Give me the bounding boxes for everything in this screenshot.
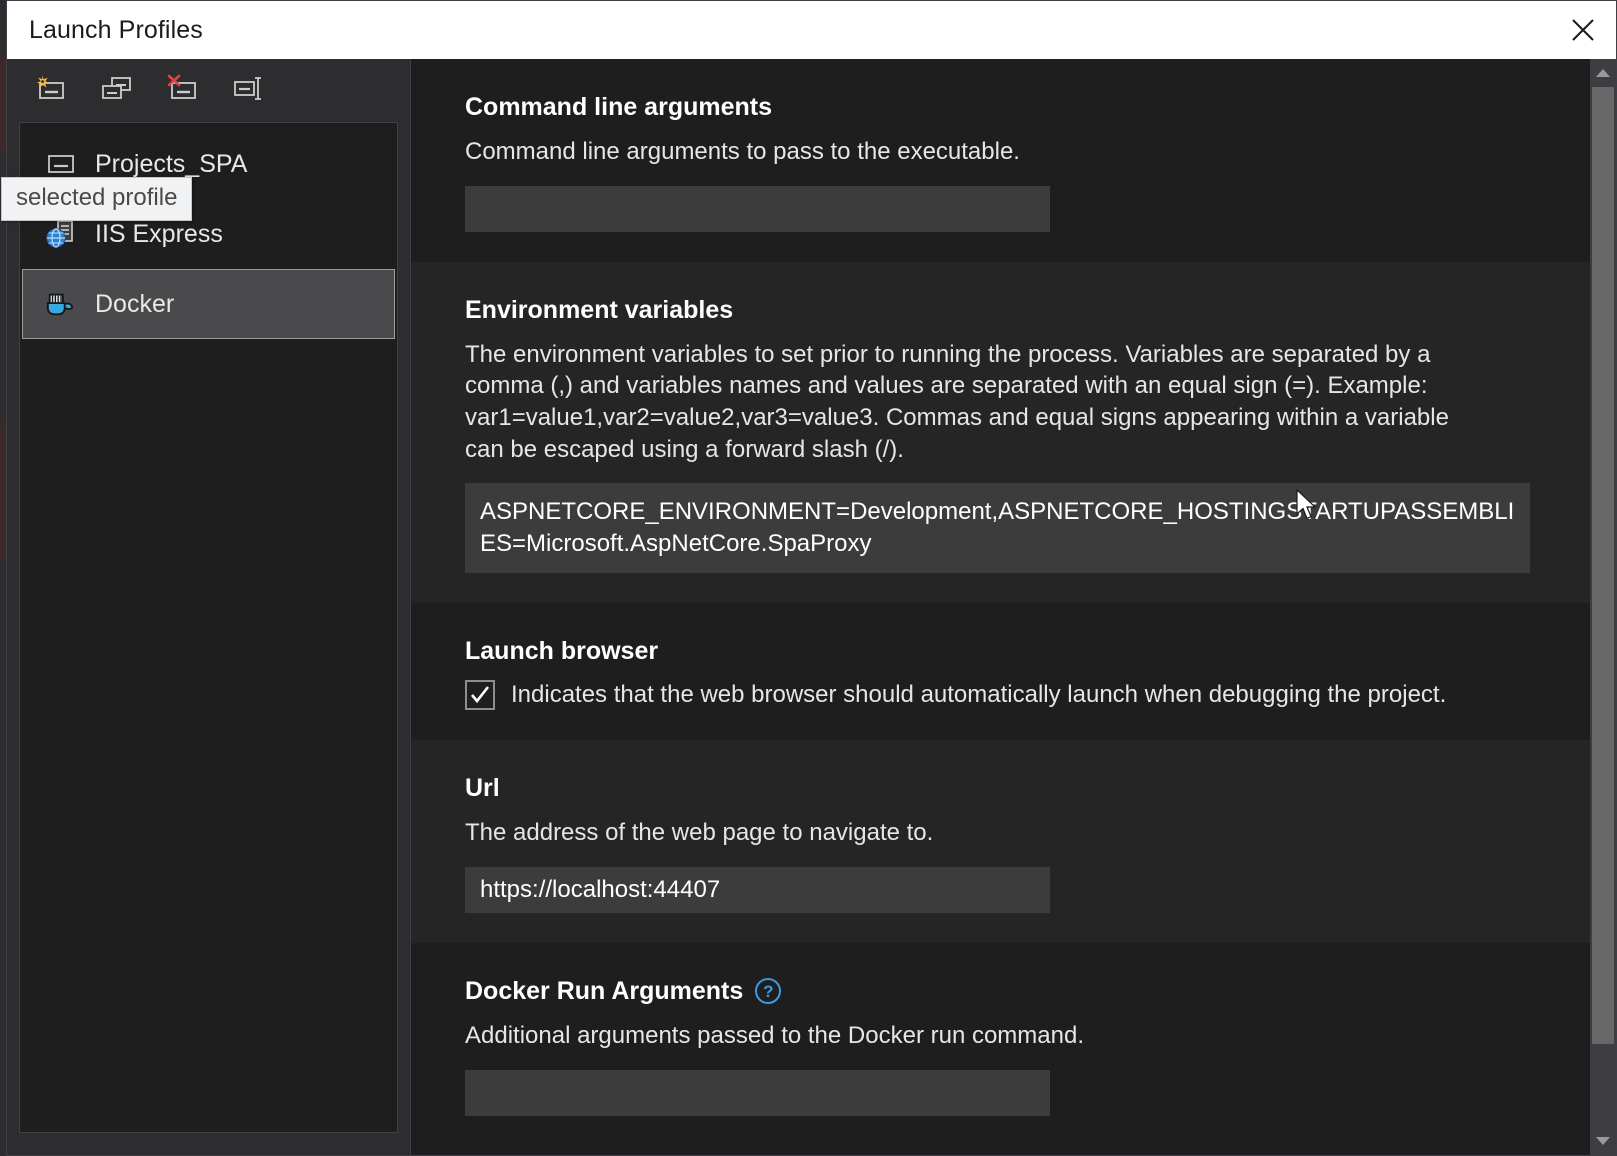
- profile-item-label: IIS Express: [95, 220, 223, 249]
- copy-profile-icon: [100, 74, 134, 102]
- scroll-down-button[interactable]: [1590, 1127, 1616, 1155]
- launch-browser-row: Indicates that the web browser should au…: [465, 680, 1530, 710]
- rename-profile-button[interactable]: [227, 69, 271, 107]
- launch-browser-checkbox[interactable]: [465, 680, 495, 710]
- delete-profile-button[interactable]: [161, 69, 205, 107]
- section-url: Url The address of the web page to navig…: [411, 740, 1590, 943]
- docker-run-arguments-input[interactable]: [465, 1070, 1050, 1116]
- section-title: Launch browser: [465, 637, 1530, 666]
- section-description: Additional arguments passed to the Docke…: [465, 1020, 1465, 1052]
- section-title: Docker Run Arguments ?: [465, 977, 1530, 1006]
- settings-pane: Command line arguments Command line argu…: [411, 59, 1616, 1155]
- dialog-body: Projects_SPA: [7, 59, 1616, 1155]
- profile-item-label: Docker: [95, 290, 174, 319]
- command-line-arguments-input[interactable]: [465, 186, 1050, 232]
- profile-item-docker[interactable]: Docker: [22, 269, 395, 339]
- iis-express-icon: [45, 218, 77, 250]
- environment-variables-input[interactable]: ASPNETCORE_ENVIRONMENT=Development,ASPNE…: [465, 483, 1530, 573]
- section-title: Url: [465, 774, 1530, 803]
- section-description: The environment variables to set prior t…: [465, 339, 1465, 466]
- section-title-text: Docker Run Arguments: [465, 977, 743, 1006]
- scrollbar-track[interactable]: [1590, 87, 1616, 1127]
- chevron-down-icon: [1595, 1136, 1611, 1146]
- application-icon: [45, 148, 77, 180]
- section-description: The address of the web page to navigate …: [465, 817, 1465, 849]
- section-title: Environment variables: [465, 296, 1530, 325]
- section-launch-browser: Launch browser Indicates that the web br…: [411, 603, 1590, 740]
- profile-item-label: Projects_SPA: [95, 150, 247, 179]
- section-title: Command line arguments: [465, 93, 1530, 122]
- settings-scroll-content: Command line arguments Command line argu…: [411, 59, 1590, 1155]
- profile-tooltip: selected profile: [1, 177, 192, 221]
- profiles-toolbar: [7, 59, 410, 117]
- close-icon: [1568, 15, 1598, 45]
- launch-browser-label: Indicates that the web browser should au…: [511, 681, 1446, 709]
- settings-scrollbar[interactable]: [1590, 59, 1616, 1155]
- copy-profile-button[interactable]: [95, 69, 139, 107]
- scroll-up-button[interactable]: [1590, 59, 1616, 87]
- screen-root: Launch Profiles: [0, 0, 1617, 1156]
- new-profile-button[interactable]: [29, 69, 73, 107]
- docker-icon: [45, 288, 77, 320]
- url-input[interactable]: https://localhost:44407: [465, 867, 1050, 913]
- scrollbar-thumb[interactable]: [1592, 87, 1614, 1044]
- rename-profile-icon: [232, 74, 266, 102]
- dialog-titlebar: Launch Profiles: [7, 1, 1616, 59]
- section-environment-variables: Environment variables The environment va…: [411, 262, 1590, 604]
- dialog-title: Launch Profiles: [29, 16, 203, 45]
- delete-profile-icon: [166, 74, 200, 102]
- section-command-line-arguments: Command line arguments Command line argu…: [411, 59, 1590, 262]
- help-icon[interactable]: ?: [755, 978, 781, 1004]
- check-icon: [469, 684, 491, 706]
- profiles-pane: Projects_SPA: [7, 59, 411, 1155]
- section-description: Command line arguments to pass to the ex…: [465, 136, 1465, 168]
- launch-profiles-dialog: Launch Profiles: [6, 0, 1617, 1156]
- section-docker-run-arguments: Docker Run Arguments ? Additional argume…: [411, 943, 1590, 1146]
- close-button[interactable]: [1550, 1, 1616, 58]
- new-profile-icon: [34, 74, 68, 102]
- profile-list[interactable]: Projects_SPA: [19, 122, 398, 1133]
- chevron-up-icon: [1595, 68, 1611, 78]
